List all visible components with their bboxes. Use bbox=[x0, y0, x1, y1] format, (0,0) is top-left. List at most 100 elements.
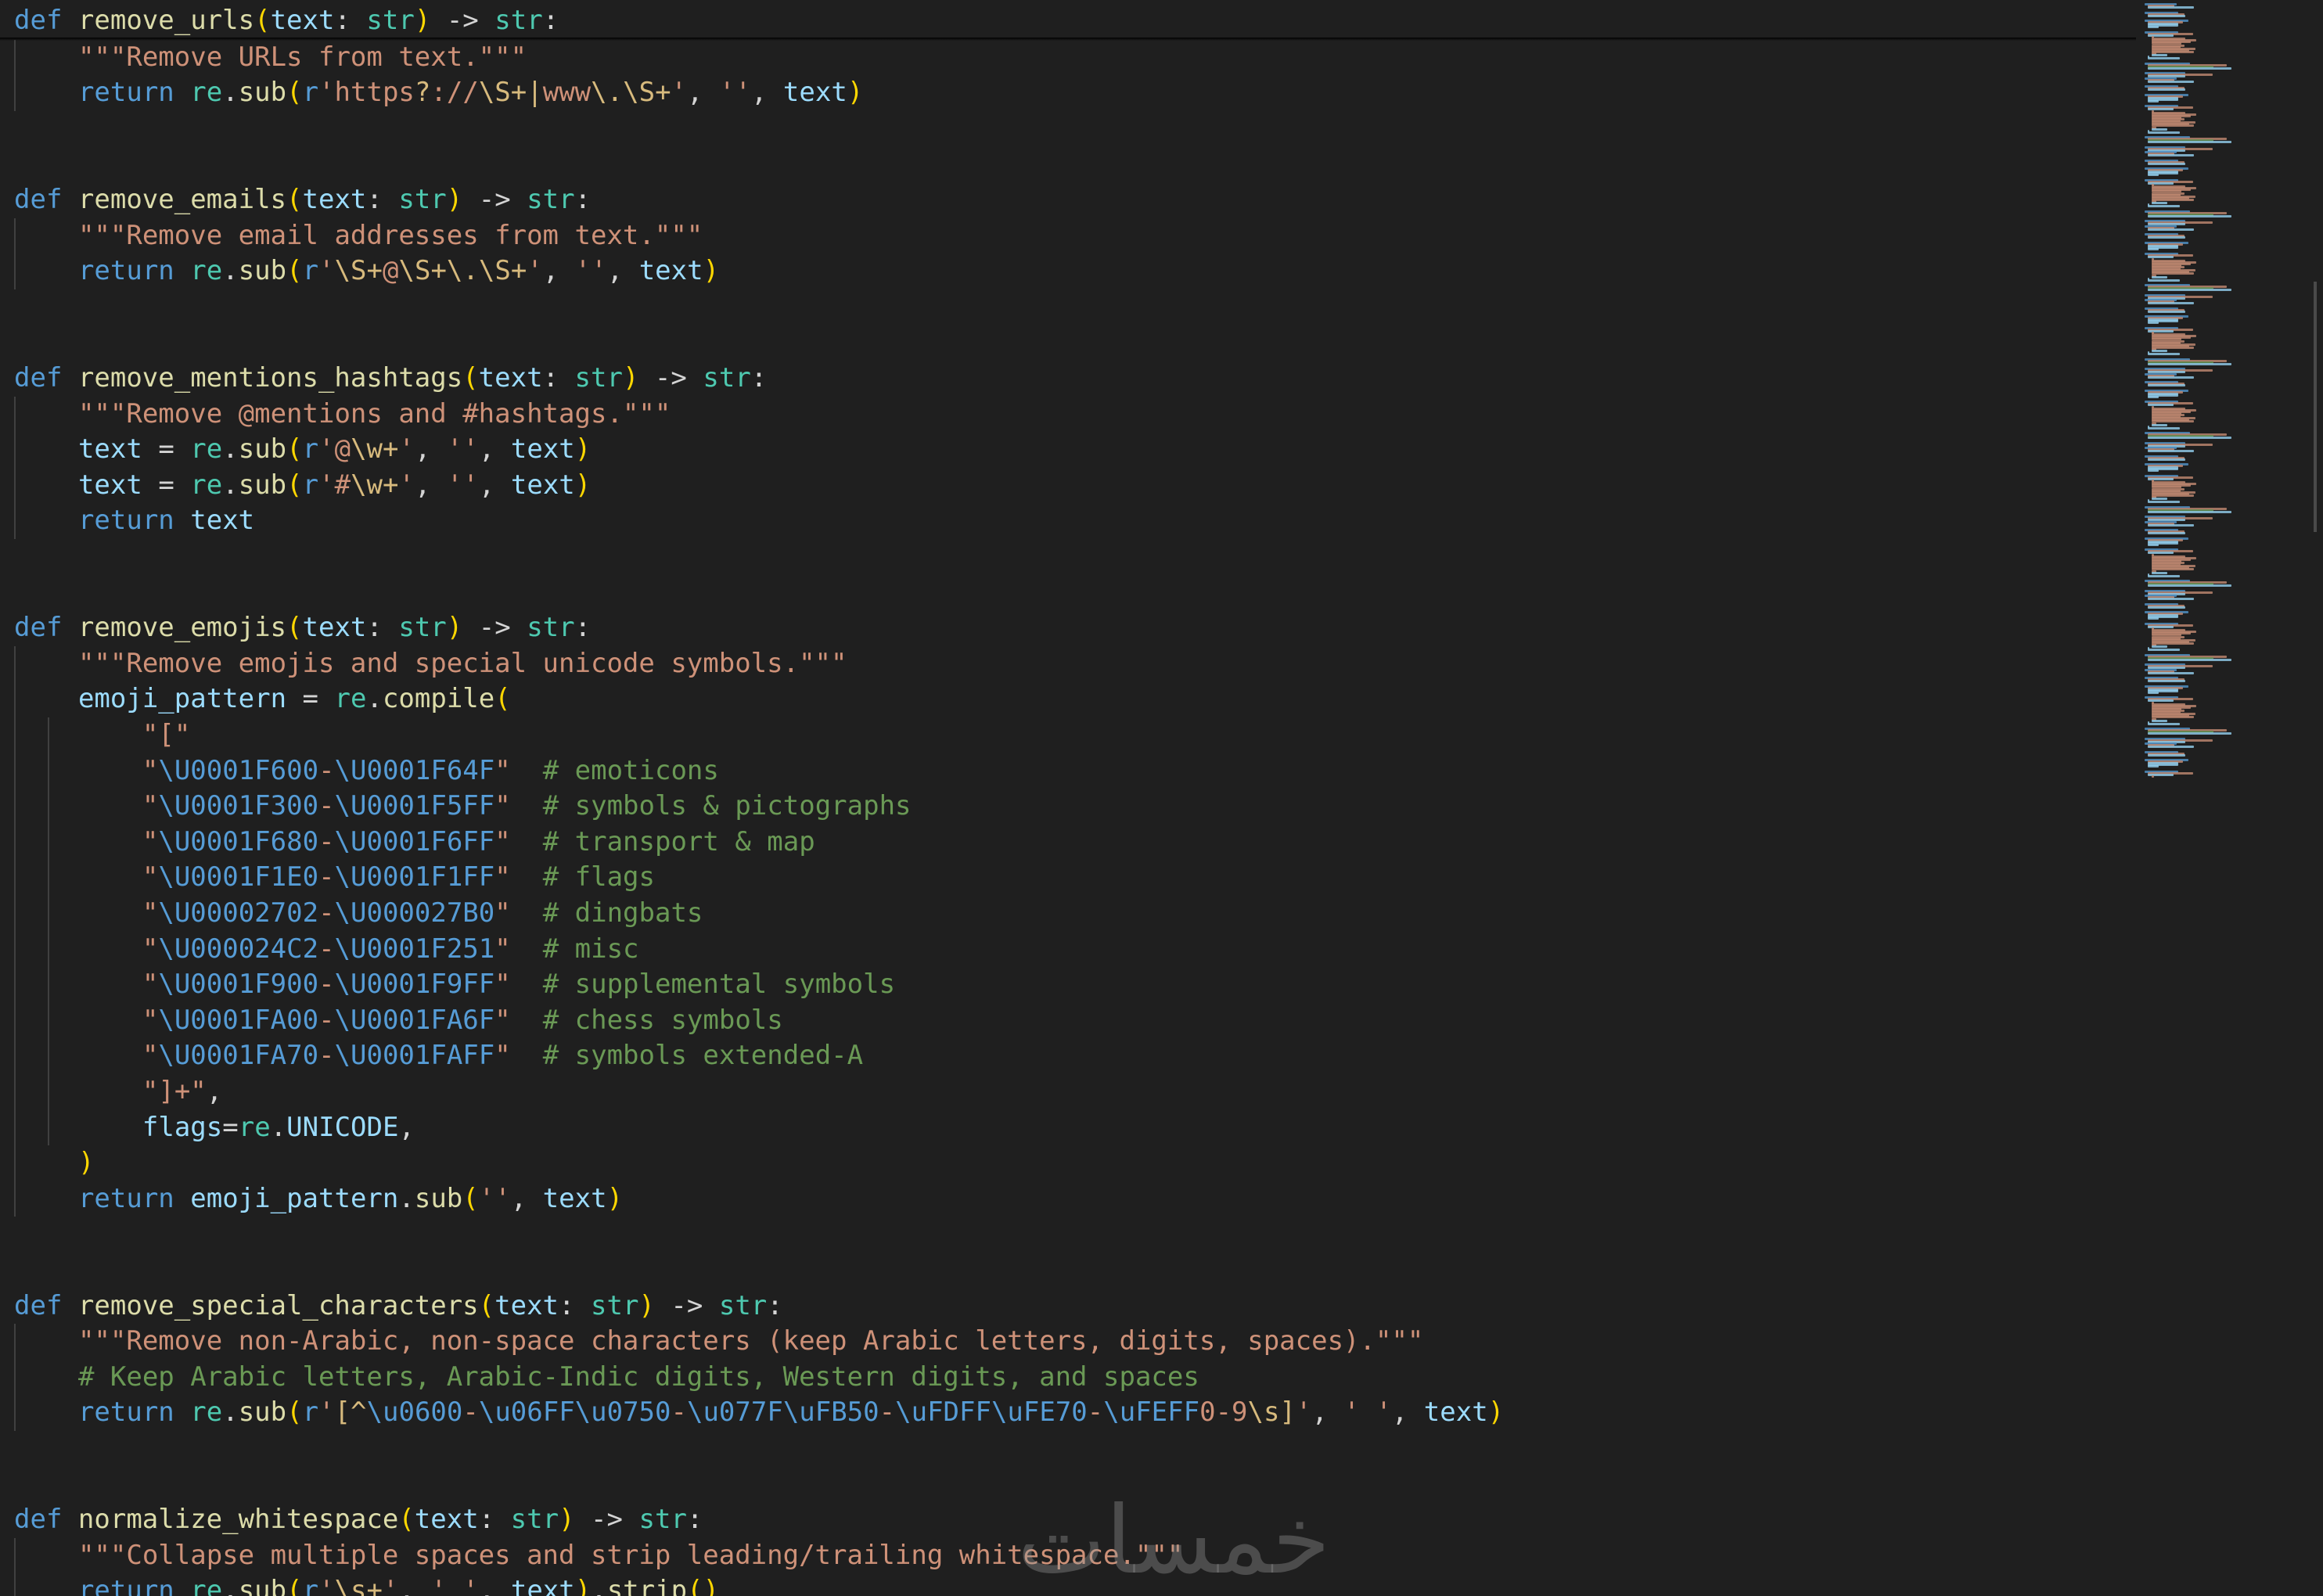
minimap-line bbox=[2148, 141, 2232, 144]
minimap-line bbox=[2148, 649, 2181, 652]
code-editor[interactable]: def remove_urls(text: str) -> str: """Re… bbox=[0, 0, 2323, 1596]
minimap-line bbox=[2148, 532, 2186, 535]
sticky-scroll-line[interactable]: def remove_urls(text: str) -> str: bbox=[14, 3, 559, 39]
code-line[interactable]: text = re.sub(r'@\w+', '', text) bbox=[14, 432, 591, 468]
code-line[interactable]: """Remove URLs from text.""" bbox=[14, 40, 527, 76]
code-line[interactable]: return re.sub(r'[^\u0600-\u06FF\u0750-\u… bbox=[14, 1395, 1504, 1431]
minimap-line bbox=[2148, 205, 2181, 208]
code-line[interactable]: def remove_emails(text: str) -> str: bbox=[14, 182, 591, 218]
code-line[interactable]: "\U0001F680-\U0001F6FF" # transport & ma… bbox=[14, 825, 815, 861]
code-line[interactable]: return emoji_pattern.sub('', text) bbox=[14, 1181, 623, 1217]
minimap-line bbox=[2148, 469, 2159, 473]
minimap-line bbox=[2151, 275, 2168, 279]
minimap-line bbox=[2151, 202, 2168, 205]
code-line[interactable]: return re.sub(r'\s+', ' ', text).strip() bbox=[14, 1573, 719, 1596]
minimap-line bbox=[2148, 57, 2181, 60]
minimap-line bbox=[2148, 131, 2181, 134]
code-line[interactable]: "\U0001F900-\U0001F9FF" # supplemental s… bbox=[14, 967, 895, 1003]
sticky-scroll-shadow bbox=[0, 38, 2136, 41]
code-line[interactable]: "]+", bbox=[14, 1074, 222, 1110]
minimap-line bbox=[2148, 458, 2186, 461]
code-line[interactable]: "\U0001F1E0-\U0001F1FF" # flags bbox=[14, 860, 655, 896]
code-line[interactable]: """Remove emojis and special unicode sym… bbox=[14, 646, 847, 682]
minimap-line bbox=[2148, 395, 2159, 398]
vertical-scrollbar[interactable] bbox=[2312, 0, 2323, 1596]
minimap-line bbox=[2148, 154, 2195, 157]
minimap-line bbox=[2148, 510, 2232, 513]
minimap-line bbox=[2151, 642, 2194, 645]
minimap-line bbox=[2148, 584, 2232, 588]
minimap-line bbox=[2148, 162, 2186, 165]
minimap-line bbox=[2148, 658, 2232, 661]
minimap-line bbox=[2148, 310, 2186, 313]
minimap-line bbox=[2151, 272, 2194, 275]
minimap-line bbox=[2148, 99, 2159, 102]
code-line[interactable]: def remove_mentions_hashtags(text: str) … bbox=[14, 361, 767, 397]
code-line[interactable]: return text bbox=[14, 503, 254, 539]
minimap-line bbox=[2148, 214, 2232, 217]
minimap-line bbox=[2148, 289, 2232, 292]
minimap-line bbox=[2148, 617, 2159, 620]
code-area[interactable]: def remove_urls(text: str) -> str: """Re… bbox=[0, 0, 2136, 1596]
minimap-line bbox=[2148, 426, 2181, 430]
code-line[interactable]: """Remove email addresses from text.""" bbox=[14, 218, 703, 254]
minimap-line bbox=[2151, 568, 2194, 571]
minimap-line bbox=[2148, 6, 2195, 9]
minimap-line bbox=[2148, 523, 2195, 527]
scrollbar-thumb[interactable] bbox=[2314, 282, 2317, 532]
minimap-line bbox=[2148, 279, 2181, 282]
minimap-line bbox=[2148, 228, 2195, 231]
code-line[interactable]: "\U0001F300-\U0001F5FF" # symbols & pict… bbox=[14, 789, 912, 825]
minimap-line bbox=[2148, 14, 2186, 17]
code-line[interactable]: text = re.sub(r'#\w+', '', text) bbox=[14, 468, 591, 504]
minimap-line bbox=[2148, 691, 2159, 694]
code-line[interactable]: def normalize_whitespace(text: str) -> s… bbox=[14, 1502, 703, 1538]
code-line[interactable]: flags=re.UNICODE, bbox=[14, 1110, 415, 1146]
code-line[interactable]: "\U00002702-\U000027B0" # dingbats bbox=[14, 896, 703, 932]
minimap-line bbox=[2151, 54, 2168, 57]
minimap-line bbox=[2148, 236, 2186, 239]
minimap-line bbox=[2151, 128, 2168, 131]
minimap-line bbox=[2148, 384, 2186, 387]
minimap-line bbox=[2148, 450, 2195, 453]
minimap-line bbox=[2148, 753, 2186, 757]
minimap-line bbox=[2151, 198, 2194, 201]
minimap-line bbox=[2148, 26, 2159, 29]
code-line[interactable]: """Collapse multiple spaces and strip le… bbox=[14, 1538, 1183, 1574]
minimap-line bbox=[2151, 423, 2168, 426]
code-line[interactable]: "\U000024C2-\U0001F251" # misc bbox=[14, 932, 639, 968]
minimap-line bbox=[2148, 543, 2159, 546]
minimap-line bbox=[2151, 719, 2168, 722]
code-line[interactable]: """Remove non-Arabic, non-space characte… bbox=[14, 1324, 1423, 1360]
code-line[interactable]: return re.sub(r'\S+@\S+\.\S+', '', text) bbox=[14, 253, 719, 289]
minimap-line bbox=[2151, 645, 2168, 649]
code-line[interactable]: def remove_special_characters(text: str)… bbox=[14, 1289, 783, 1325]
code-line[interactable]: ) bbox=[14, 1145, 94, 1181]
code-line[interactable]: def remove_emojis(text: str) -> str: bbox=[14, 610, 591, 646]
minimap-line bbox=[2151, 346, 2194, 349]
minimap[interactable] bbox=[2132, 0, 2323, 1596]
minimap-line bbox=[2151, 350, 2168, 353]
minimap-line bbox=[2148, 671, 2195, 674]
code-line[interactable]: emoji_pattern = re.compile( bbox=[14, 681, 511, 717]
minimap-line bbox=[2151, 716, 2194, 719]
minimap-line bbox=[2148, 765, 2159, 768]
minimap-line bbox=[2148, 437, 2232, 440]
minimap-line bbox=[2148, 606, 2186, 609]
code-line[interactable]: "\U0001F600-\U0001F64F" # emoticons bbox=[14, 753, 719, 789]
minimap-line bbox=[2148, 80, 2195, 83]
minimap-line bbox=[2151, 124, 2194, 128]
minimap-line bbox=[2148, 353, 2181, 356]
code-line[interactable]: "\U0001FA70-\U0001FAFF" # symbols extend… bbox=[14, 1038, 863, 1074]
minimap-line bbox=[2148, 376, 2195, 379]
code-line[interactable]: "\U0001FA00-\U0001FA6F" # chess symbols bbox=[14, 1003, 783, 1039]
minimap-line bbox=[2148, 598, 2195, 601]
code-line[interactable]: return re.sub(r'https?://\S+|www\.\S+', … bbox=[14, 75, 863, 111]
minimap-line bbox=[2151, 50, 2194, 53]
sticky-scroll-header[interactable]: def remove_urls(text: str) -> str: bbox=[0, 0, 2136, 38]
code-line[interactable]: "[" bbox=[14, 717, 190, 753]
minimap-line bbox=[2148, 732, 2232, 735]
code-line[interactable]: # Keep Arabic letters, Arabic-Indic digi… bbox=[14, 1360, 1199, 1396]
minimap-line bbox=[2148, 66, 2232, 70]
code-line[interactable]: """Remove @mentions and #hashtags.""" bbox=[14, 397, 671, 433]
